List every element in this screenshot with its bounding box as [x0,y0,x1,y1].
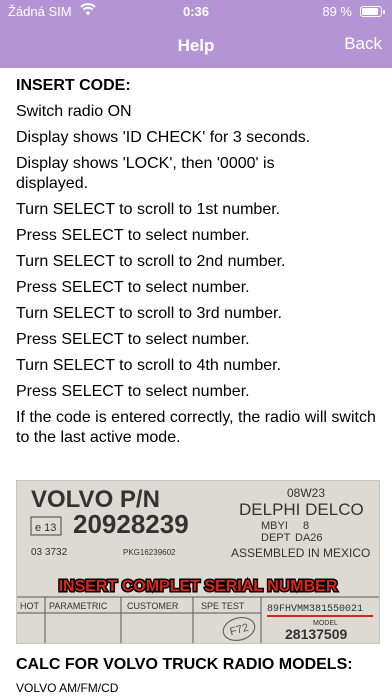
insert-code-heading: INSERT CODE: [16,77,131,94]
box-number-text: e 13 [35,522,56,534]
model-number-text: 28137509 [285,626,348,642]
col-customer: CUSTOMER [127,601,179,611]
status-bar: Žádná SIM 0:36 89 % [0,0,392,24]
instruction-line: Turn SELECT to scroll to 2nd number. [16,253,286,270]
instructions: INSERT CODE: Switch radio ON Display sho… [16,76,386,454]
instruction-line: Press SELECT to select number. [16,331,250,348]
battery-percent: 89 % [322,4,352,19]
instruction-line: Display shows 'LOCK', then '0000' is dis… [16,155,275,192]
instruction-line: If the code is entered correctly, the ra… [16,409,376,446]
dept-text: DEPT [261,532,291,544]
instruction-line: Turn SELECT to scroll to 4th number. [16,357,282,374]
part-number-text: 20928239 [73,509,189,539]
col-parametric: PARAMETRIC [49,601,108,611]
dept-value-text: DA26 [295,532,323,544]
back-button[interactable]: Back [344,34,382,54]
maker-text: DELPHI DELCO [239,500,364,519]
col-hot: HOT [20,601,40,611]
mbyi-value-text: 8 [303,520,309,532]
serial-number-text: 89FHVMM381550021 [267,604,363,615]
battery-icon [360,6,385,17]
radio-label-photo: VOLVO P/N e 13 20928239 03 3732 PKG16239… [16,480,380,644]
col-spe-test: SPE TEST [201,601,245,611]
instruction-line: Press SELECT to select number. [16,279,250,296]
pkg-text: PKG16239602 [123,548,176,557]
assembled-text: ASSEMBLED IN MEXICO [231,546,370,560]
instruction-line: Press SELECT to select number. [16,383,250,400]
instruction-line: Display shows 'ID CHECK' for 3 seconds. [16,129,311,146]
instruction-line: Turn SELECT to scroll to 1st number. [16,201,281,218]
navigation-bar: Help Back [0,24,392,68]
instruction-line: Turn SELECT to scroll to 3rd number. [16,305,282,322]
small-code-text: 03 3732 [31,547,68,558]
page-title: Help [177,36,215,55]
insert-serial-banner: INSERT COMPLET SERIAL NUMBER [59,578,338,595]
instruction-line: Switch radio ON [16,103,132,120]
date-code-text: 08W23 [287,486,325,500]
mbyi-text: MBYI [261,520,288,532]
calc-heading: CALC FOR VOLVO TRUCK RADIO MODELS: [16,656,353,673]
model-item[interactable]: VOLVO AM/FM/CD [16,681,118,695]
instruction-line: Press SELECT to select number. [16,227,250,244]
